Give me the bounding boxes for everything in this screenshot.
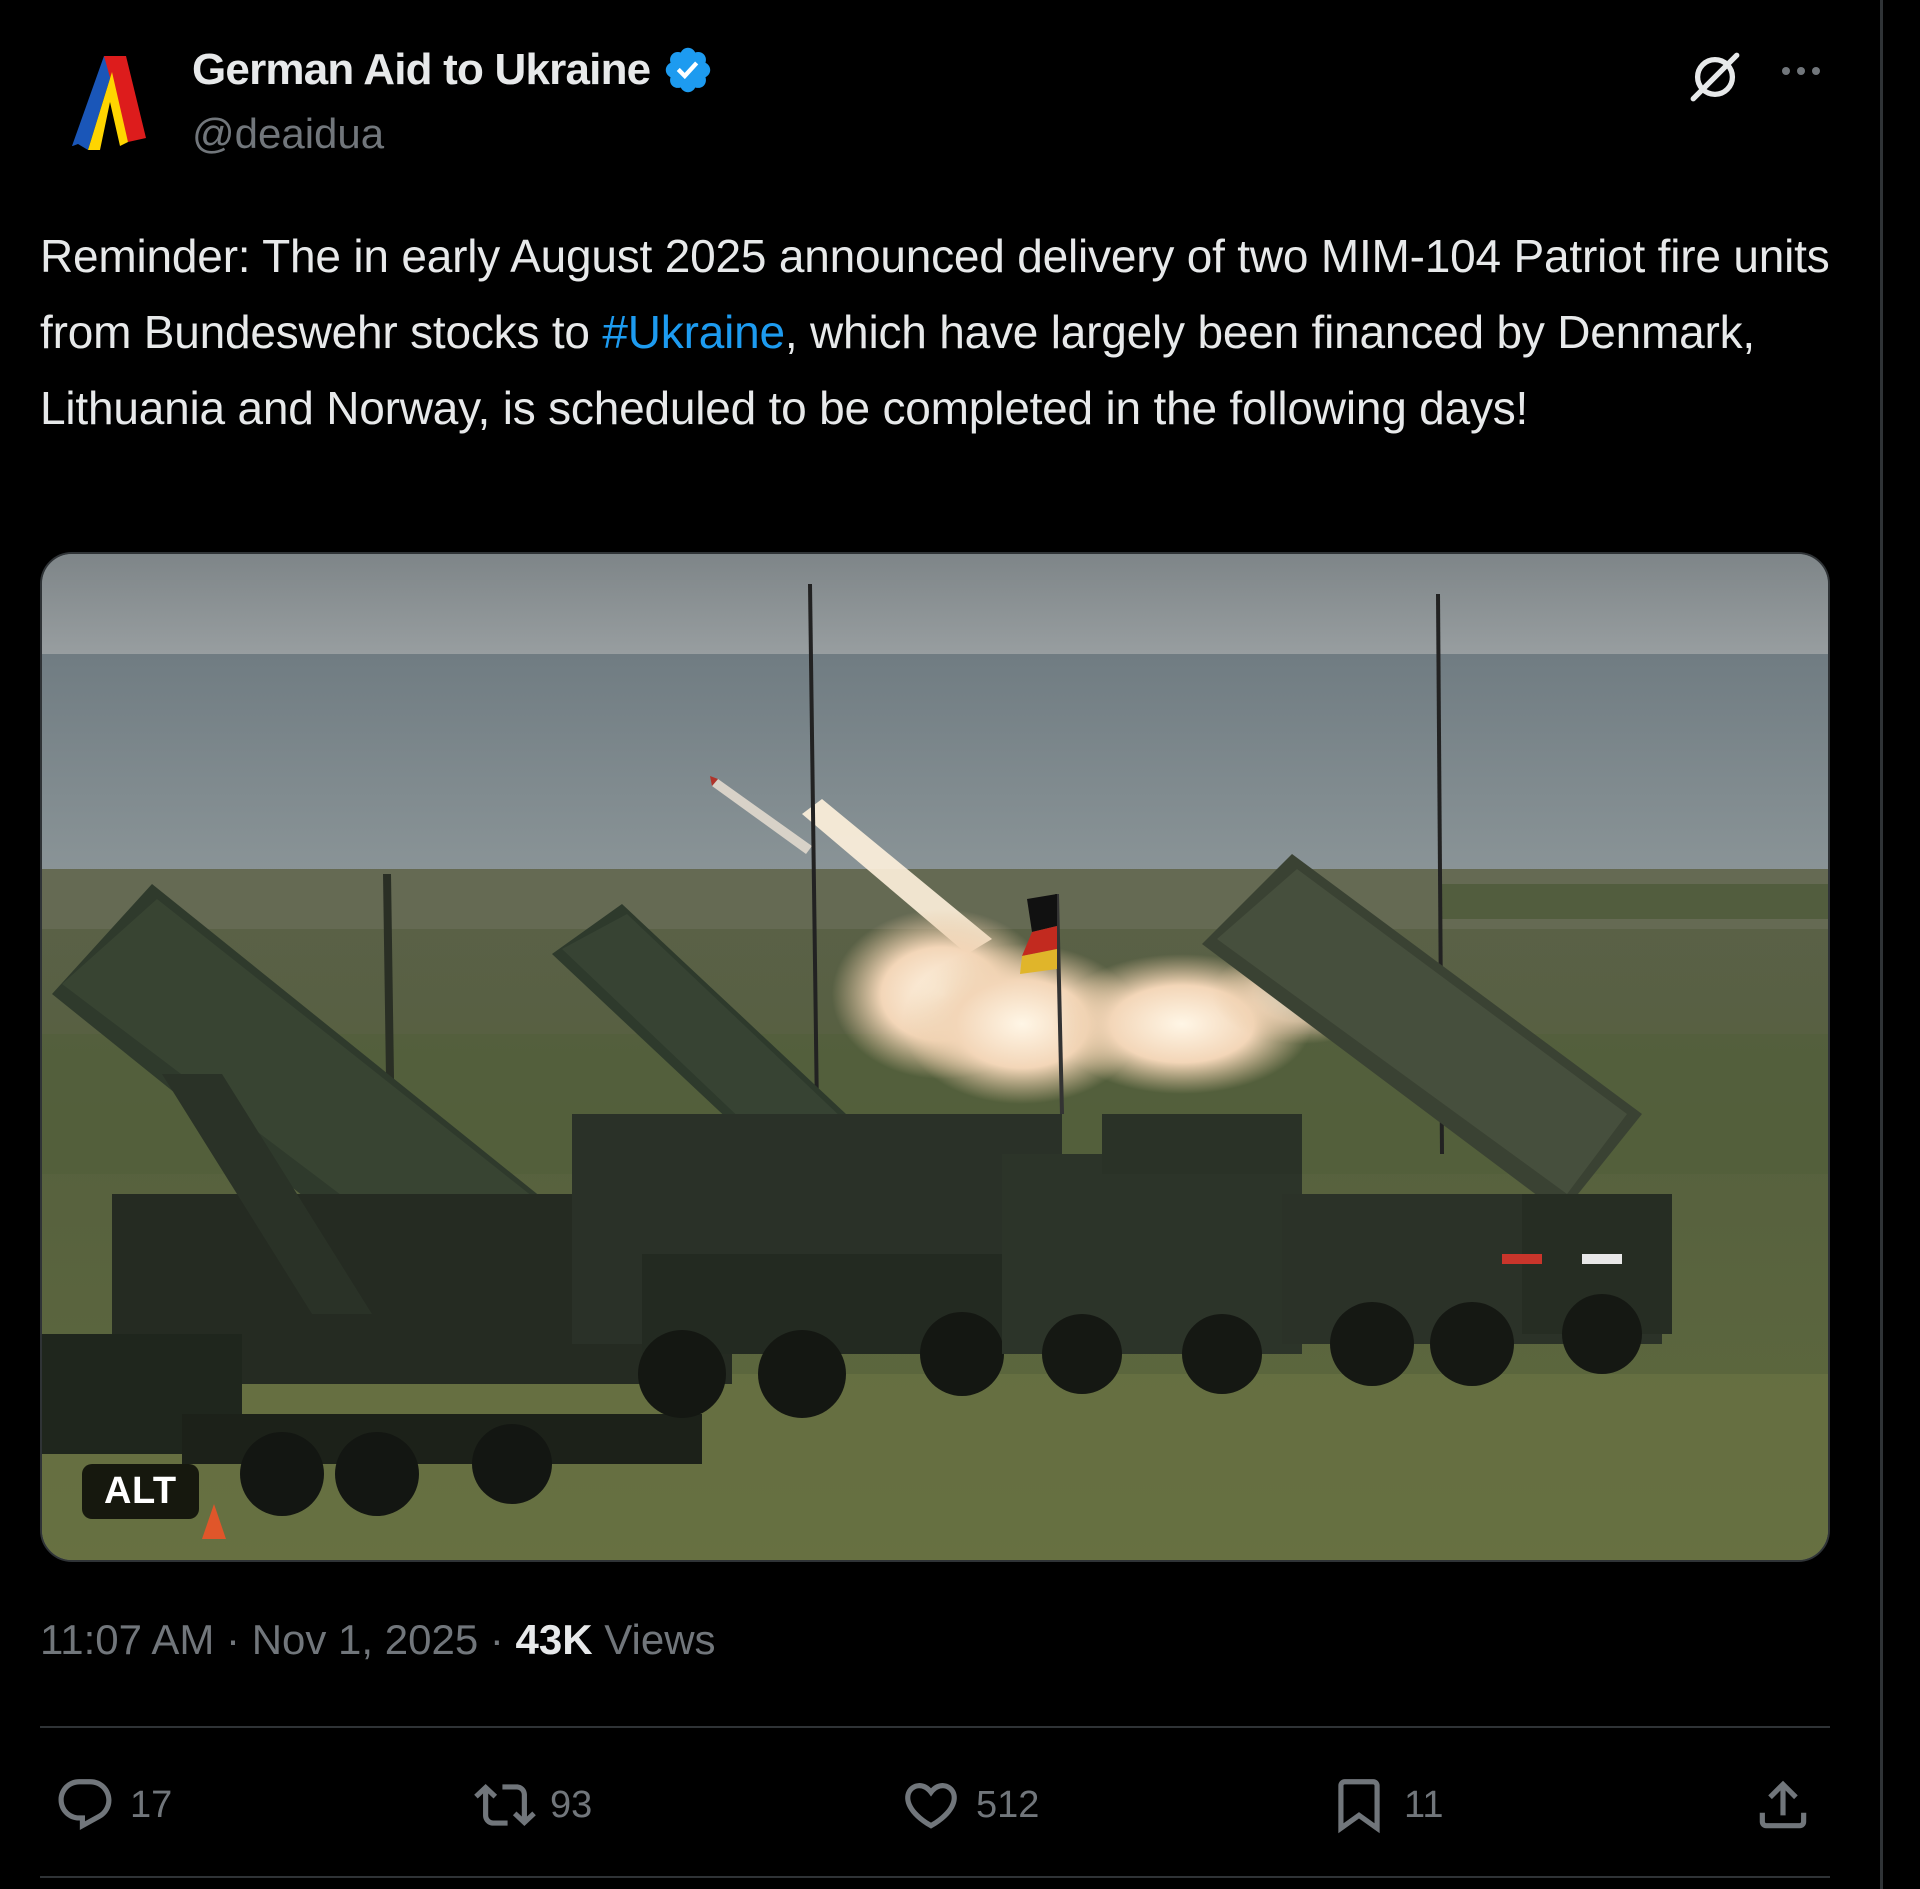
repost-icon <box>474 1784 536 1826</box>
post-page: German Aid to Ukraine @deaidua Reminder:… <box>0 0 1880 1889</box>
more-icon[interactable] <box>1776 56 1826 86</box>
meta-separator: · <box>489 1616 504 1663</box>
post-media-image[interactable] <box>40 552 1830 1562</box>
page-gutter <box>1883 0 1920 1889</box>
author-avatar[interactable] <box>42 46 162 166</box>
verified-badge-icon <box>666 47 711 93</box>
meta-separator: · <box>226 1616 241 1663</box>
like-count: 512 <box>976 1783 1040 1826</box>
bookmark-icon <box>1338 1779 1380 1834</box>
hashtag-link-ukraine[interactable]: #Ukraine <box>602 306 785 358</box>
divider-bottom <box>40 1876 1830 1878</box>
author-handle[interactable]: @deaidua <box>192 110 384 158</box>
post-meta: 11:07 AM · Nov 1, 2025 · 43K Views <box>40 1616 716 1664</box>
bookmark-count: 11 <box>1404 1783 1444 1826</box>
reply-button[interactable]: 17 <box>54 1772 172 1838</box>
reply-icon <box>58 1779 112 1831</box>
author-display-name[interactable]: German Aid to Ukraine <box>192 44 714 96</box>
heart-icon <box>905 1783 957 1829</box>
share-button[interactable] <box>1752 1772 1814 1838</box>
reply-count: 17 <box>130 1783 173 1826</box>
post-text: Reminder: The in early August 2025 annou… <box>40 218 1840 446</box>
bookmark-button[interactable]: 11 <box>1328 1772 1443 1838</box>
divider-top <box>40 1726 1830 1728</box>
like-button[interactable]: 512 <box>900 1772 1039 1838</box>
post-date[interactable]: Nov 1, 2025 <box>252 1616 479 1663</box>
repost-button[interactable]: 93 <box>474 1772 592 1838</box>
grok-icon[interactable] <box>1686 48 1744 106</box>
views-label: Views <box>604 1616 716 1663</box>
author-display-name-text: German Aid to Ukraine <box>192 45 651 94</box>
patriot-launch-photo <box>42 554 1828 1560</box>
repost-count: 93 <box>550 1783 593 1826</box>
post-time[interactable]: 11:07 AM <box>40 1616 214 1663</box>
views-count: 43K <box>515 1616 593 1663</box>
share-icon <box>1759 1780 1807 1829</box>
deaidua-logo <box>62 56 146 156</box>
alt-text-badge[interactable]: ALT <box>82 1464 199 1519</box>
